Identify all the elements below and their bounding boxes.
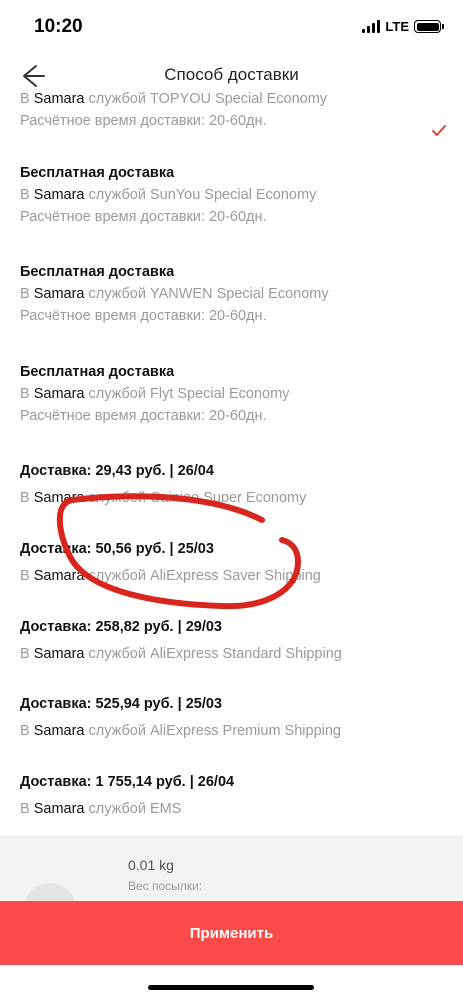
option-carrier: службой TOPYOU Special Economy [84, 91, 328, 107]
option-title: Доставка: 29,43 руб. | 26/04 [20, 463, 214, 479]
option-city: Samara [33, 568, 85, 584]
option-carrier-line: В Samara службой AliExpress Premium Ship… [20, 720, 440, 742]
option-delivery-time: Расчётное время доставки: 20-60дн. [20, 308, 267, 324]
option-carrier-line: В Samara службой SunYou Special Economy [20, 184, 440, 206]
status-bar: 10:20 LTE [0, 0, 463, 52]
option-city: Samara [33, 646, 85, 662]
option-prefix: В [20, 286, 34, 302]
option-title: Доставка: 50,56 руб. | 25/03 [20, 541, 214, 557]
option-carrier: службой YANWEN Special Economy [84, 286, 329, 302]
option-city: Samara [33, 187, 85, 203]
option-prefix: В [20, 490, 34, 506]
shipping-options-list[interactable]: В Samara службой TOPYOU Special Economy … [0, 90, 463, 835]
option-carrier-line: В Samara службой AliExpress Standard Shi… [20, 643, 440, 665]
shipping-option-topyou[interactable]: В Samara службой TOPYOU Special Economy … [20, 90, 440, 132]
check-icon [432, 125, 446, 136]
option-prefix: В [20, 187, 34, 203]
package-info-panel: 0.01 kg Вес посылки: [0, 835, 463, 923]
page-title: Способ доставки [164, 65, 299, 84]
option-city: Samara [33, 801, 85, 817]
option-title: Доставка: 258,82 руб. | 29/03 [20, 619, 222, 635]
option-prefix: В [20, 568, 34, 584]
option-city: Samara [33, 386, 85, 402]
option-carrier: службой AliExpress Saver Shipping [84, 568, 321, 584]
option-title: Доставка: 525,94 руб. | 25/03 [20, 696, 222, 712]
apply-button[interactable]: Применить [0, 901, 463, 965]
shipping-option-aliexpress-saver[interactable]: Доставка: 50,56 руб. | 25/03 В Samara сл… [20, 538, 440, 587]
status-time: 10:20 [34, 16, 83, 37]
option-title: Бесплатная доставка [20, 264, 175, 280]
cellular-signal-icon [362, 20, 381, 33]
option-carrier: службой Cainiao Super Economy [84, 490, 307, 506]
option-carrier-line: В Samara службой Flyt Special Economy [20, 383, 440, 405]
option-carrier: службой AliExpress Standard Shipping [84, 646, 342, 662]
package-weight-label: Вес посылки: [128, 879, 203, 893]
option-title: Бесплатная доставка [20, 364, 175, 380]
option-delivery-time: Расчётное время доставки: 20-60дн. [20, 113, 267, 129]
shipping-option-flyt[interactable]: Бесплатная доставка В Samara службой Fly… [20, 361, 440, 427]
option-prefix: В [20, 646, 34, 662]
shipping-option-yanwen[interactable]: Бесплатная доставка В Samara службой YAN… [20, 261, 440, 327]
option-city: Samara [33, 91, 85, 107]
option-prefix: В [20, 801, 34, 817]
shipping-option-cainiao[interactable]: Доставка: 29,43 руб. | 26/04 В Samara сл… [20, 460, 440, 509]
option-carrier: службой Flyt Special Economy [84, 386, 290, 402]
option-prefix: В [20, 386, 34, 402]
option-prefix: В [20, 91, 34, 107]
option-title: Бесплатная доставка [20, 165, 175, 181]
shipping-option-ems[interactable]: Доставка: 1 755,14 руб. | 26/04 В Samara… [20, 771, 440, 820]
option-carrier: службой SunYou Special Economy [84, 187, 317, 203]
option-carrier-line: В Samara службой AliExpress Saver Shippi… [20, 565, 440, 587]
battery-icon [414, 20, 444, 33]
option-carrier-line: В Samara службой TOPYOU Special Economy [20, 90, 440, 110]
status-indicators: LTE [362, 19, 444, 34]
option-delivery-time: Расчётное время доставки: 20-60дн. [20, 408, 267, 424]
network-label: LTE [385, 19, 409, 34]
option-carrier: службой EMS [84, 801, 182, 817]
option-carrier-line: В Samara службой Cainiao Super Economy [20, 487, 440, 509]
package-weight-value: 0.01 kg [128, 857, 174, 873]
home-indicator [148, 985, 314, 990]
option-carrier: службой AliExpress Premium Shipping [84, 723, 342, 739]
option-prefix: В [20, 723, 34, 739]
option-carrier-line: В Samara службой EMS [20, 798, 440, 820]
option-city: Samara [33, 286, 85, 302]
option-title: Доставка: 1 755,14 руб. | 26/04 [20, 774, 235, 790]
shipping-option-aliexpress-premium[interactable]: Доставка: 525,94 руб. | 25/03 В Samara с… [20, 693, 440, 742]
option-carrier-line: В Samara службой YANWEN Special Economy [20, 283, 440, 305]
shipping-option-aliexpress-standard[interactable]: Доставка: 258,82 руб. | 29/03 В Samara с… [20, 616, 440, 665]
option-city: Samara [33, 490, 85, 506]
shipping-option-sunyou[interactable]: Бесплатная доставка В Samara службой Sun… [20, 162, 440, 228]
option-delivery-time: Расчётное время доставки: 20-60дн. [20, 209, 267, 225]
option-city: Samara [33, 723, 85, 739]
